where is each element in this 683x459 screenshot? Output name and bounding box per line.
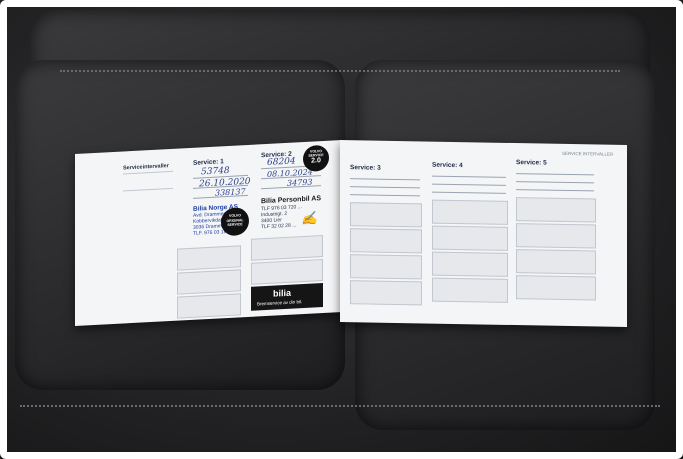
seat-stitching	[60, 70, 620, 72]
notes-box	[251, 259, 323, 285]
seal-line: SERVICE	[227, 222, 243, 228]
service-1-km: 53748	[201, 165, 230, 178]
service-5-title: Service: 5	[516, 159, 547, 167]
notes-box	[432, 251, 508, 277]
notes-box	[177, 269, 241, 295]
booklet-left-page: Serviceintervaller Service: 1 Service: 2…	[75, 140, 340, 326]
left-section-title: Serviceintervaller	[123, 163, 169, 172]
notes-box	[516, 223, 596, 249]
service-2-km: 68204	[267, 156, 296, 168]
notes-box	[350, 202, 422, 228]
service-5-field	[516, 181, 594, 184]
notes-box	[177, 245, 241, 271]
notes-box	[432, 225, 508, 251]
notes-box	[350, 280, 422, 306]
service-1-order: 338137	[215, 187, 246, 198]
notes-box	[516, 275, 596, 301]
notes-box	[516, 249, 596, 275]
service-2-order: 34793	[287, 177, 313, 188]
service-5-field	[516, 189, 594, 192]
service-3-field	[350, 178, 420, 181]
stamp-line: TLF 32 02 28 ...	[261, 222, 297, 231]
service-4-title: Service: 4	[432, 161, 463, 170]
service-3-title: Service: 3	[350, 164, 381, 172]
service-booklet: Serviceintervaller Service: 1 Service: 2…	[75, 138, 627, 328]
notes-box	[251, 235, 323, 261]
notes-box	[177, 293, 241, 319]
booklet-right-page: SERVICE INTERVALLER Service: 3 Service: …	[340, 140, 627, 328]
bilia-sticker: bilia Bremservice av din bil.	[251, 283, 323, 311]
notes-box	[350, 228, 422, 254]
seal-line: 2.0	[311, 157, 321, 165]
notes-box	[432, 277, 508, 303]
service-4-field	[432, 191, 506, 194]
service-5-field	[516, 173, 594, 176]
notes-box	[432, 199, 508, 225]
signature: ✍	[301, 211, 318, 228]
volvo-service-2-seal: VOLVO SERVICE 2.0	[303, 144, 329, 173]
notes-box	[516, 197, 596, 223]
service-3-field	[350, 186, 420, 189]
notes-box	[350, 254, 422, 280]
seat-stitching	[20, 405, 660, 407]
bilia-tagline: Bremservice av din bil.	[257, 299, 303, 307]
service-4-field	[432, 175, 506, 178]
service-4-field	[432, 183, 506, 186]
right-page-header: SERVICE INTERVALLER	[562, 150, 614, 157]
volvo-original-service-seal: VOLVO ORIGINAL SERVICE	[221, 206, 249, 237]
bilia-logo: bilia	[273, 287, 292, 299]
left-intro-line	[123, 170, 173, 192]
service-3-field	[350, 194, 420, 197]
photo-frame: Serviceintervaller Service: 1 Service: 2…	[0, 0, 683, 459]
